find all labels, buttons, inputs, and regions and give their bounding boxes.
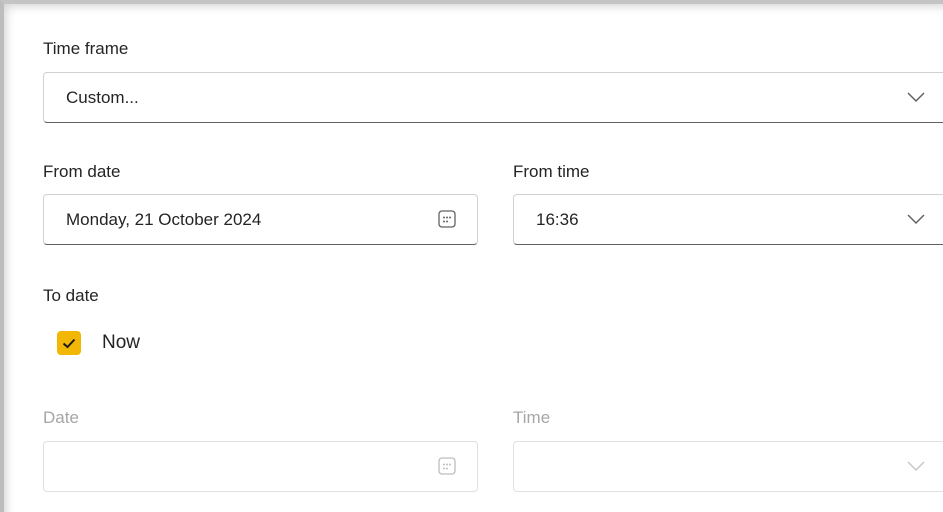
now-checkbox[interactable] [57,331,81,355]
to-time-field-label: Time [513,408,551,427]
to-date-field-label: Date [43,408,79,427]
time-frame-label: Time frame [43,39,129,58]
checkmark-icon [62,338,76,349]
from-date-value: Monday, 21 October 2024 [66,210,262,229]
to-date-picker[interactable] [43,441,478,492]
time-frame-dropdown[interactable]: Custom... [43,72,943,123]
chevron-down-icon [907,461,925,472]
now-label[interactable]: Now [102,332,140,354]
from-time-dropdown[interactable]: 16:36 [513,194,943,245]
chevron-down-icon [907,214,925,225]
from-date-picker[interactable]: Monday, 21 October 2024 [43,194,478,245]
to-time-dropdown[interactable] [513,441,943,492]
calendar-icon [438,457,456,475]
from-date-label: From date [43,162,121,181]
time-frame-value: Custom... [66,88,139,107]
from-time-label: From time [513,162,590,181]
to-date-label: To date [43,286,99,305]
calendar-icon[interactable] [437,209,457,229]
time-frame-panel: Time frame Custom... From date Monday, 2… [0,0,943,512]
chevron-down-icon [907,92,925,103]
from-time-value: 16:36 [536,210,579,229]
